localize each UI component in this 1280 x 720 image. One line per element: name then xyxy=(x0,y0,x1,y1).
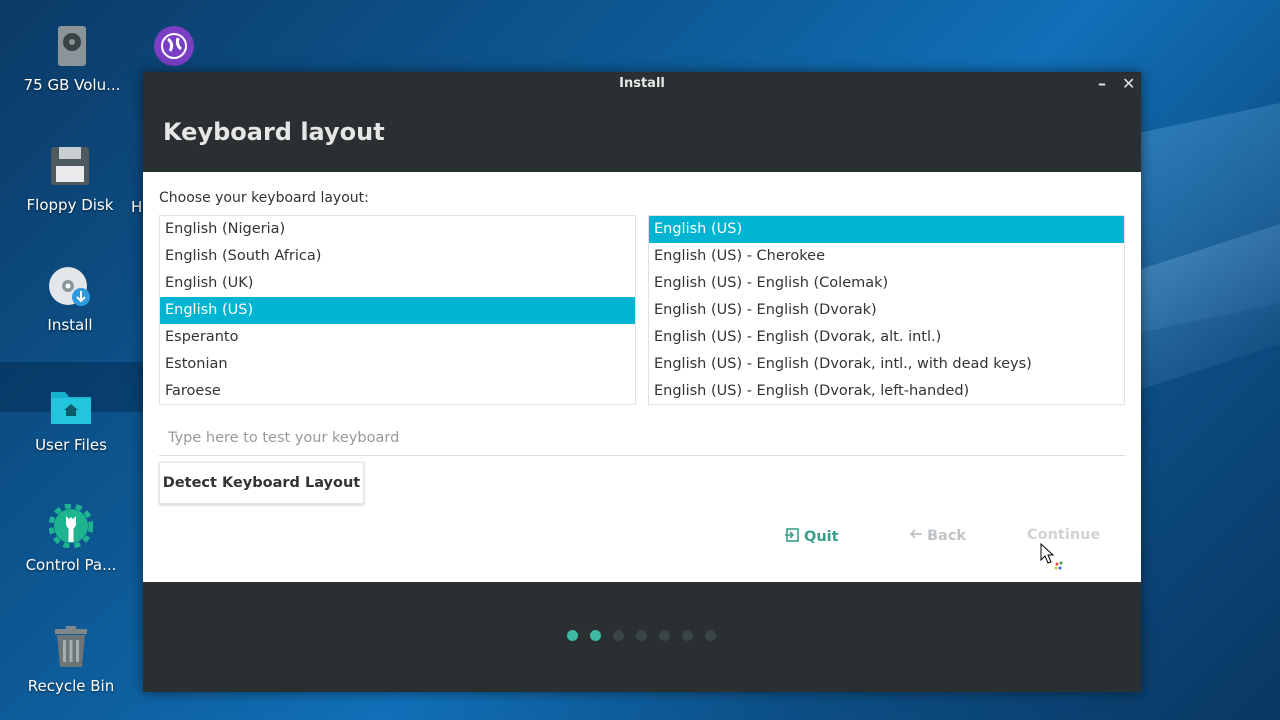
arrow-left-icon xyxy=(909,527,923,545)
floppy-icon xyxy=(48,144,92,188)
desktop-icon-label: 75 GB Volu... xyxy=(23,76,121,94)
progress-dot xyxy=(590,630,601,641)
window-titlebar[interactable]: Install – ✕ xyxy=(143,72,1141,98)
progress-dot xyxy=(613,630,624,641)
drive-icon xyxy=(50,24,94,68)
desktop-icon-install[interactable]: Install xyxy=(10,264,130,334)
variant-item[interactable]: English (US) - Cherokee xyxy=(649,243,1124,270)
progress-dot xyxy=(567,630,578,641)
layout-item[interactable]: Faroese xyxy=(160,378,635,404)
layout-list[interactable]: English (Nigeria) English (South Africa) E… xyxy=(159,215,636,405)
layout-item[interactable]: English (Nigeria) xyxy=(160,216,635,243)
keyboard-test-input[interactable] xyxy=(159,420,1125,456)
desktop-icon-floppy[interactable]: Floppy Disk xyxy=(10,144,130,214)
installer-footer xyxy=(143,582,1141,692)
layout-item[interactable]: English (UK) xyxy=(160,270,635,297)
continue-label: Continue xyxy=(1027,527,1101,543)
quit-button[interactable]: Quit xyxy=(784,527,839,547)
minimize-button[interactable]: – xyxy=(1098,72,1106,96)
desktop-icon-user-files[interactable]: User Files xyxy=(11,384,131,454)
continue-button[interactable]: Continue xyxy=(1027,527,1100,543)
variant-item[interactable]: English (US) - English (Dvorak, alt. int… xyxy=(649,324,1124,351)
quit-icon xyxy=(784,527,800,547)
variant-item[interactable]: English (US) - English (Dvorak, intl., w… xyxy=(649,351,1124,378)
layout-item[interactable]: English (US) xyxy=(160,297,635,324)
install-disc-icon xyxy=(48,264,92,308)
variant-item[interactable]: English (US) xyxy=(649,216,1124,243)
layout-prompt: Choose your keyboard layout: xyxy=(159,190,369,206)
desktop-icon-label: Install xyxy=(47,316,93,334)
variant-item[interactable]: English (US) - English (Dvorak, left-han… xyxy=(649,378,1124,404)
progress-dot xyxy=(682,630,693,641)
installer-content: Choose your keyboard layout: English (Ni… xyxy=(143,172,1141,582)
installer-window: Install – ✕ Keyboard layout Choose your … xyxy=(143,72,1141,692)
progress-dot xyxy=(659,630,670,641)
desktop-icon-label: Floppy Disk xyxy=(26,196,114,214)
progress-dot xyxy=(705,630,716,641)
desktop-icon-volume[interactable]: 75 GB Volu... xyxy=(12,24,132,94)
layout-item[interactable]: Estonian xyxy=(160,351,635,378)
desktop-icon-recycle-bin[interactable]: Recycle Bin xyxy=(11,625,131,695)
desktop-icon-label: Control Pa... xyxy=(25,556,117,574)
back-label: Back xyxy=(927,528,967,544)
layout-item[interactable]: Esperanto xyxy=(160,324,635,351)
mouse-cursor-icon xyxy=(1040,542,1070,577)
home-folder-icon xyxy=(49,384,93,428)
back-button[interactable]: Back xyxy=(909,527,966,545)
control-panel-icon xyxy=(48,503,94,549)
desktop-icon-label: User Files xyxy=(35,436,107,454)
layout-item[interactable]: English (South Africa) xyxy=(160,243,635,270)
desktop-icon-control-panel[interactable]: Control Pa... xyxy=(11,503,131,574)
variant-list[interactable]: English (US) English (US) - Cherokee Engli… xyxy=(648,215,1125,405)
window-title: Install xyxy=(619,76,665,91)
close-button[interactable]: ✕ xyxy=(1122,72,1135,96)
variant-item[interactable]: English (US) - English (Colemak) xyxy=(649,270,1124,297)
quit-label: Quit xyxy=(804,529,839,545)
desktop-icon-label: Recycle Bin xyxy=(27,677,115,695)
page-title: Keyboard layout xyxy=(163,118,385,146)
progress-dot xyxy=(636,630,647,641)
partial-desktop-label: H xyxy=(131,198,143,216)
progress-indicator xyxy=(567,630,716,641)
recycle-bin-icon xyxy=(49,625,93,669)
detect-layout-button[interactable]: Detect Keyboard Layout xyxy=(159,462,364,504)
variant-item[interactable]: English (US) - English (Dvorak) xyxy=(649,297,1124,324)
globe-icon[interactable] xyxy=(153,25,195,71)
